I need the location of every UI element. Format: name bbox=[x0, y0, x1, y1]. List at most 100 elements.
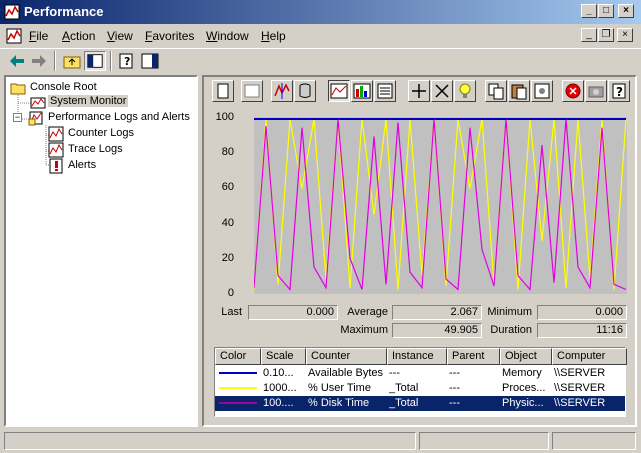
view-log-data-button[interactable] bbox=[294, 80, 316, 102]
legend-header-counter[interactable]: Counter bbox=[306, 348, 387, 365]
duration-label: Duration bbox=[490, 324, 532, 336]
child-restore-button[interactable]: ❐ bbox=[598, 28, 614, 42]
freeze-display-button[interactable] bbox=[562, 80, 584, 102]
tree-system-monitor[interactable]: System Monitor bbox=[48, 95, 129, 107]
clear-display-button[interactable] bbox=[241, 80, 263, 102]
minimize-button[interactable]: _ bbox=[581, 4, 597, 18]
system-monitor-icon bbox=[30, 97, 46, 109]
legend-object: Memory bbox=[502, 367, 542, 379]
toolbar: ? bbox=[0, 48, 641, 72]
legend-counter: % User Time bbox=[308, 382, 371, 394]
update-data-button[interactable] bbox=[585, 80, 607, 102]
menu-view[interactable]: View bbox=[107, 29, 133, 43]
average-label: Average bbox=[347, 306, 388, 318]
average-value: 2.067 bbox=[392, 305, 482, 320]
y-tick-label: 100 bbox=[215, 111, 234, 123]
highlight-button[interactable] bbox=[454, 80, 476, 102]
console-tree: Console Root System Monitor − Performanc… bbox=[4, 75, 198, 427]
menu-action[interactable]: Action bbox=[62, 29, 95, 43]
legend-row[interactable]: 1000... % User Time _Total --- Proces...… bbox=[215, 381, 625, 396]
report-icon bbox=[377, 83, 393, 99]
legend-row-selected[interactable]: 100.... % Disk Time _Total --- Physic...… bbox=[215, 396, 625, 411]
properties-button[interactable] bbox=[531, 80, 553, 102]
y-tick-label: 60 bbox=[221, 181, 234, 193]
delete-counter-button[interactable] bbox=[431, 80, 453, 102]
maximum-label: Maximum bbox=[340, 324, 388, 336]
forward-arrow-icon[interactable] bbox=[28, 51, 50, 71]
duration-value: 11:16 bbox=[537, 323, 627, 338]
show-hide-tree-icon[interactable] bbox=[84, 51, 106, 71]
tree-collapse-toggle[interactable]: − bbox=[13, 113, 22, 122]
current-activity-icon bbox=[274, 83, 290, 99]
toolbar-separator bbox=[54, 51, 56, 71]
tree-performance-logs-alerts[interactable]: Performance Logs and Alerts bbox=[48, 111, 190, 123]
properties-help-icon[interactable]: ? bbox=[116, 51, 138, 71]
new-counter-set-button[interactable] bbox=[212, 80, 234, 102]
legend-header-color[interactable]: Color bbox=[215, 348, 261, 365]
histogram-icon bbox=[353, 83, 371, 99]
stop-icon bbox=[565, 83, 581, 99]
graph-view-icon bbox=[330, 83, 348, 99]
y-tick-label: 40 bbox=[221, 217, 234, 229]
legend-parent: --- bbox=[449, 382, 460, 394]
menu-window[interactable]: Window bbox=[206, 29, 249, 43]
svg-text:?: ? bbox=[124, 55, 130, 68]
status-panel-3 bbox=[552, 432, 636, 450]
legend-counter: % Disk Time bbox=[308, 397, 370, 409]
close-button[interactable]: × bbox=[618, 4, 634, 18]
legend-object: Proces... bbox=[502, 382, 546, 394]
menu-help[interactable]: Help bbox=[261, 29, 286, 43]
toolbar-separator bbox=[110, 51, 112, 71]
minimum-label: Minimum bbox=[487, 306, 532, 318]
tree-trace-logs[interactable]: Trace Logs bbox=[68, 143, 123, 155]
svg-text:?: ? bbox=[616, 85, 623, 99]
view-report-button[interactable] bbox=[374, 80, 396, 102]
legend-row[interactable]: 0.10... Available Bytes --- --- Memory \… bbox=[215, 366, 625, 381]
status-bar bbox=[0, 430, 641, 453]
copy-icon bbox=[488, 83, 504, 100]
paste-counter-list-button[interactable] bbox=[508, 80, 530, 102]
menu-favorites[interactable]: Favorites bbox=[145, 29, 194, 43]
legend-header-parent[interactable]: Parent bbox=[447, 348, 500, 365]
help-button[interactable]: ? bbox=[608, 80, 630, 102]
view-current-activity-button[interactable] bbox=[271, 80, 293, 102]
performance-app-icon bbox=[4, 4, 20, 20]
tree-counter-logs[interactable]: Counter Logs bbox=[68, 127, 134, 139]
legend-parent: --- bbox=[449, 397, 460, 409]
child-minimize-button[interactable]: _ bbox=[581, 28, 597, 42]
title-bar: Performance _ □ × bbox=[0, 0, 641, 24]
help-icon: ? bbox=[612, 83, 626, 99]
menu-file[interactable]: File bbox=[29, 29, 48, 43]
legend-header-object[interactable]: Object bbox=[500, 348, 552, 365]
status-panel-2 bbox=[419, 432, 549, 450]
add-counter-button[interactable] bbox=[408, 80, 430, 102]
counter-legend: Color Scale Counter Instance Parent Obje… bbox=[214, 347, 627, 417]
window-title: Performance bbox=[24, 4, 104, 19]
copy-properties-button[interactable] bbox=[485, 80, 507, 102]
trace-logs-icon bbox=[48, 142, 64, 158]
show-hide-action-pane-icon[interactable] bbox=[139, 51, 161, 71]
legend-header-instance[interactable]: Instance bbox=[387, 348, 447, 365]
legend-computer: \\SERVER bbox=[554, 367, 606, 379]
legend-instance: --- bbox=[389, 367, 400, 379]
clear-display-icon bbox=[244, 84, 260, 98]
legend-header-scale[interactable]: Scale bbox=[261, 348, 306, 365]
legend-header-computer[interactable]: Computer bbox=[552, 348, 627, 365]
view-graph-button[interactable] bbox=[328, 80, 350, 102]
maximize-button[interactable]: □ bbox=[598, 4, 614, 18]
performance-logs-icon bbox=[28, 111, 43, 126]
child-close-button[interactable]: × bbox=[617, 28, 633, 42]
console-icon[interactable] bbox=[6, 28, 22, 44]
minimum-value: 0.000 bbox=[537, 305, 627, 320]
legend-color-swatch bbox=[219, 372, 257, 374]
last-label: Last bbox=[221, 306, 242, 318]
tree-console-root[interactable]: Console Root bbox=[30, 81, 97, 93]
back-arrow-icon[interactable] bbox=[6, 51, 28, 71]
legend-counter: Available Bytes bbox=[308, 367, 384, 379]
legend-instance: _Total bbox=[389, 382, 419, 394]
last-value: 0.000 bbox=[248, 305, 338, 320]
view-histogram-button[interactable] bbox=[351, 80, 373, 102]
up-folder-icon[interactable] bbox=[61, 51, 83, 71]
legend-object: Physic... bbox=[502, 397, 544, 409]
tree-alerts[interactable]: Alerts bbox=[68, 159, 96, 171]
